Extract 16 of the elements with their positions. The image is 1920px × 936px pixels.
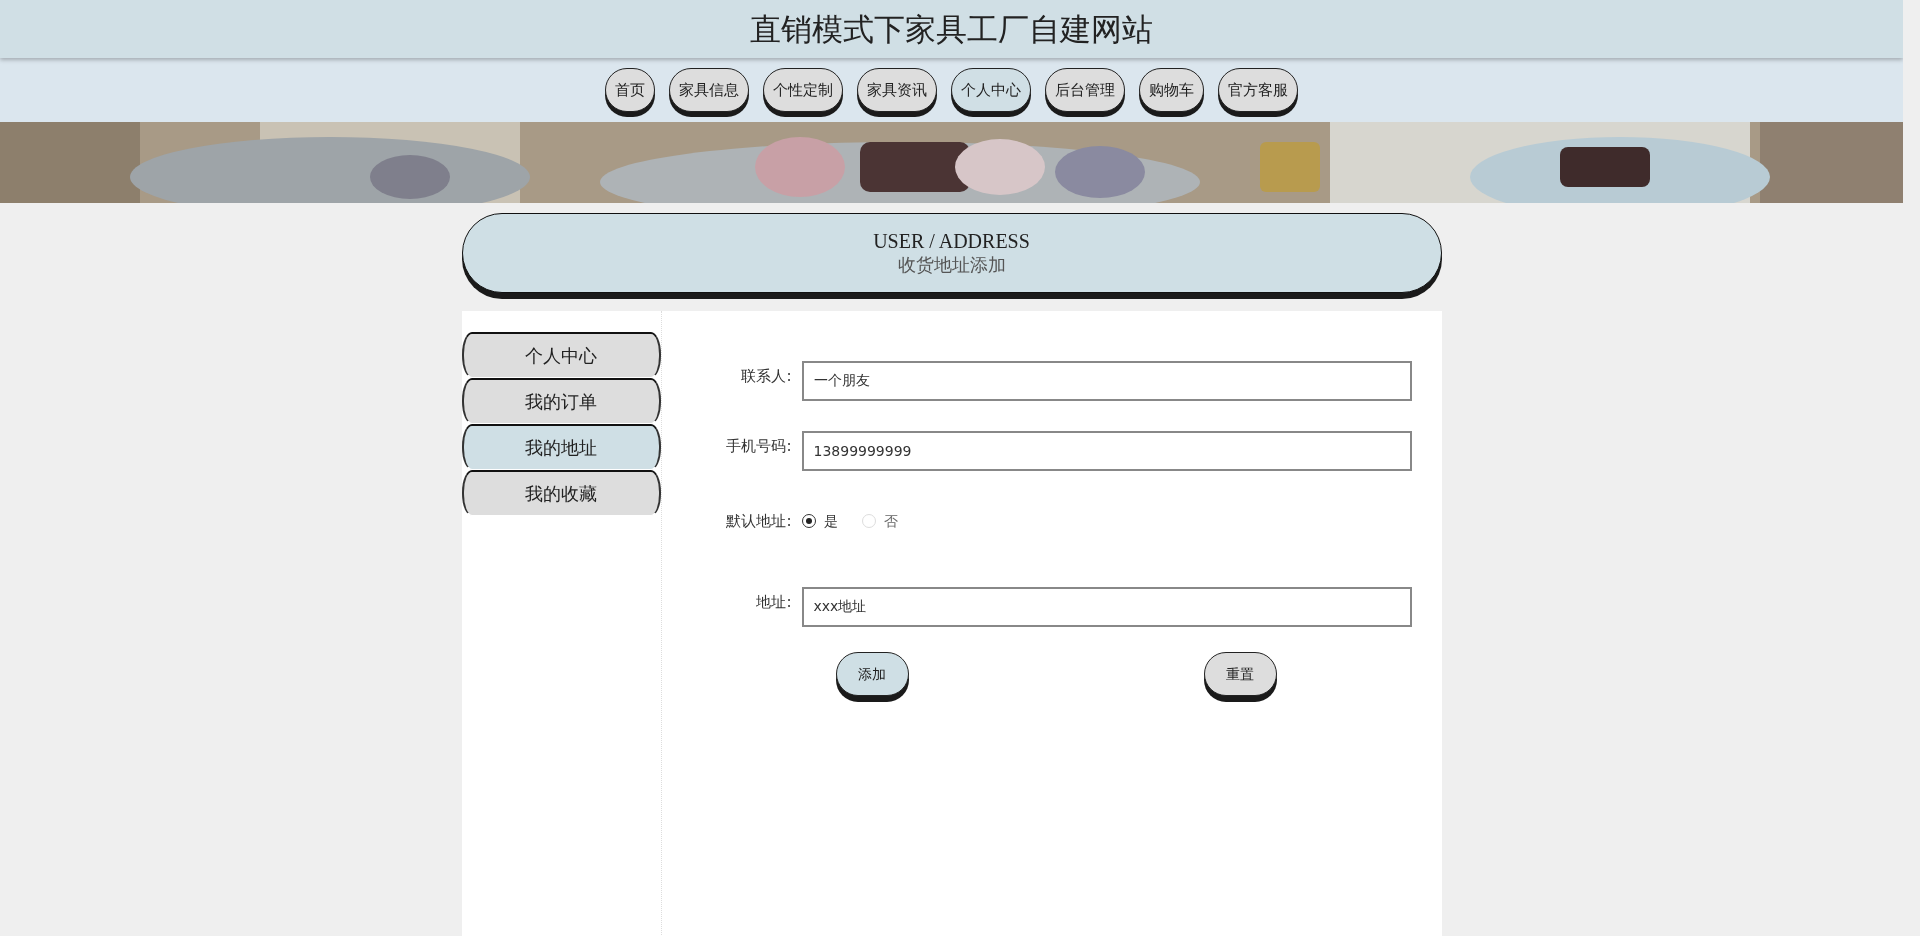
sidebar-item[interactable]: 我的地址: [461, 424, 661, 470]
field-label: 地址:: [755, 592, 793, 613]
site-title: 直销模式下家具工厂自建网站: [750, 13, 1153, 45]
radio-label: 是: [823, 511, 838, 531]
input-field[interactable]: 13899999999: [801, 431, 1412, 471]
sidebar-item[interactable]: 我的收藏: [461, 470, 661, 516]
page-heading-title: USER / ADDRESS: [873, 229, 1030, 254]
page-heading-subtitle: 收货地址添加: [897, 253, 1006, 277]
sidebar-item[interactable]: 我的订单: [461, 378, 661, 424]
input-field[interactable]: xxx地址: [801, 587, 1412, 627]
field-label: 默认地址:: [725, 510, 793, 532]
input-field[interactable]: 一个朋友: [801, 361, 1412, 401]
field-label: 手机号码:: [725, 436, 793, 457]
sidebar-item[interactable]: 个人中心: [461, 332, 661, 378]
radio-label: 否: [883, 511, 898, 531]
field-label: 联系人:: [740, 366, 793, 387]
